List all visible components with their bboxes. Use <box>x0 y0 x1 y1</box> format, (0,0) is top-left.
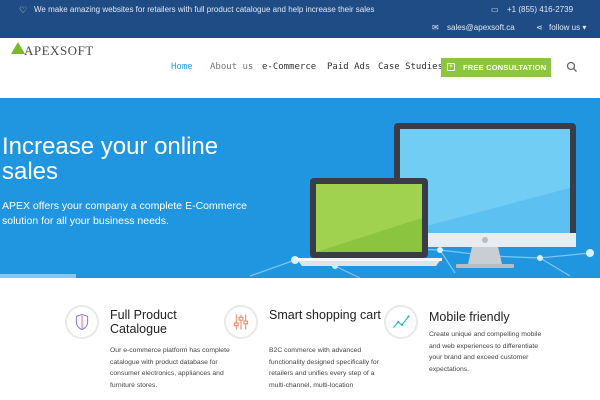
heart-icon: ♡ <box>19 5 28 15</box>
nav-case-studies[interactable]: Case Studies <box>378 62 443 72</box>
hero-title: Increase your online sales <box>2 133 219 185</box>
free-consultation-button[interactable]: + FREE CONSULTATION <box>441 58 551 77</box>
shield-icon <box>65 305 99 339</box>
features-section: Full Product Catalogue Our e-commerce pl… <box>0 278 600 400</box>
search-icon[interactable] <box>566 61 578 73</box>
nav-paid-ads[interactable]: Paid Ads <box>327 62 370 72</box>
nav-about-us[interactable]: About us <box>210 62 253 72</box>
logo-mark <box>11 42 25 54</box>
feature-title: Smart shopping cart <box>269 308 381 322</box>
topbar-email[interactable]: sales@apexsoft.ca <box>447 23 515 32</box>
topbar-phone[interactable]: +1 (855) 416-2739 <box>507 5 573 14</box>
mail-icon: ✉ <box>432 23 439 32</box>
sliders-icon <box>224 305 258 339</box>
feature-title: Mobile friendly <box>429 310 510 324</box>
feature-description: B2C commerce with advanced functionality… <box>269 347 379 389</box>
feature-title: Full Product Catalogue <box>110 308 177 336</box>
devices-illustration <box>249 123 594 278</box>
hero-banner: Increase your online sales APEX offers y… <box>0 98 600 278</box>
nav-ecommerce[interactable]: e-Commerce <box>262 62 316 72</box>
cta-label: FREE CONSULTATION <box>463 63 547 72</box>
share-icon: ⋖ <box>536 23 543 32</box>
chart-line-icon <box>384 305 418 339</box>
follow-us-dropdown[interactable]: follow us ▾ <box>549 23 586 32</box>
top-bar: ♡ We make amazing websites for retailers… <box>0 0 600 38</box>
logo-text: APEXSOFT <box>24 43 94 58</box>
chat-icon: ▭ <box>491 5 499 14</box>
logo[interactable]: APEXSOFT <box>11 42 93 60</box>
topbar-tagline: We make amazing websites for retailers w… <box>34 5 375 14</box>
nav-home[interactable]: Home <box>171 62 193 72</box>
feature-description: Create unique and compelling mobile and … <box>429 331 542 373</box>
calendar-plus-icon: + <box>447 63 455 71</box>
feature-description: Our e-commerce platform has complete cat… <box>110 347 230 389</box>
header: APEXSOFT Home About us e-Commerce Paid A… <box>0 38 600 98</box>
hero-subtitle: APEX offers your company a complete E-Co… <box>2 200 247 227</box>
